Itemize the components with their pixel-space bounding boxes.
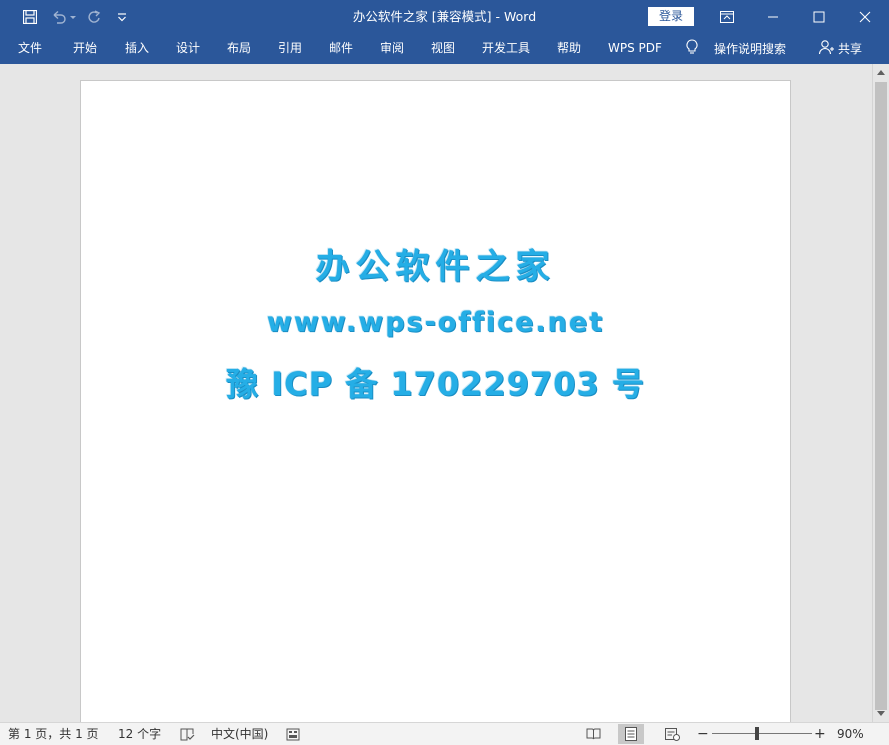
tab-view[interactable]: 视图	[431, 33, 455, 64]
zoom-out-button[interactable]: −	[697, 723, 709, 745]
tab-review[interactable]: 审阅	[380, 33, 404, 64]
doc-line-icp: 豫 ICP 备 170229703 号	[226, 365, 645, 403]
doc-line-title: 办公软件之家	[315, 247, 556, 287]
login-button[interactable]: 登录	[648, 7, 694, 26]
tab-help[interactable]: 帮助	[557, 33, 581, 64]
document-workspace: 办公软件之家 www.wps-office.net 豫 ICP 备 170229…	[0, 64, 872, 722]
share-person-icon	[818, 39, 838, 58]
scroll-up-icon[interactable]	[873, 64, 889, 80]
vertical-scrollbar[interactable]	[872, 64, 889, 722]
redo-icon[interactable]	[84, 0, 104, 33]
read-mode-icon[interactable]	[584, 726, 602, 742]
tell-me-search[interactable]: 操作说明搜索	[686, 33, 786, 64]
undo-icon[interactable]	[50, 0, 78, 33]
share-label: 共享	[838, 42, 863, 56]
page-count[interactable]: 第 1 页，共 1 页	[8, 723, 99, 745]
zoom-in-button[interactable]: +	[814, 723, 826, 745]
tab-insert[interactable]: 插入	[125, 33, 149, 64]
print-layout-icon[interactable]	[618, 724, 644, 744]
customize-qat-icon[interactable]	[114, 0, 130, 33]
doc-line-url: www.wps-office.net	[266, 307, 605, 338]
share-button[interactable]: 共享	[818, 33, 862, 64]
status-bar: 第 1 页，共 1 页 12 个字 中文(中国) − + 90%	[0, 722, 889, 745]
tab-file[interactable]: 文件	[18, 33, 42, 64]
zoom-level[interactable]: 90%	[837, 723, 864, 745]
scroll-down-icon[interactable]	[873, 706, 889, 722]
save-icon[interactable]	[18, 0, 42, 33]
zoom-slider-thumb[interactable]	[755, 727, 759, 740]
title-bar: 办公软件之家 [兼容模式] - Word 登录	[0, 0, 889, 33]
close-icon[interactable]	[842, 0, 888, 33]
ribbon-display-options-icon[interactable]	[704, 0, 750, 33]
document-page[interactable]: 办公软件之家 www.wps-office.net 豫 ICP 备 170229…	[80, 80, 791, 722]
maximize-icon[interactable]	[796, 0, 842, 33]
tell-me-label: 操作说明搜索	[714, 42, 787, 56]
proofing-icon[interactable]	[178, 726, 196, 742]
zoom-slider-track[interactable]	[712, 733, 812, 734]
scrollbar-thumb[interactable]	[875, 82, 887, 710]
language-indicator[interactable]: 中文(中国)	[211, 723, 268, 745]
tab-wps-pdf[interactable]: WPS PDF	[608, 33, 662, 64]
tab-references[interactable]: 引用	[278, 33, 302, 64]
lightbulb-icon	[686, 39, 706, 58]
web-layout-icon[interactable]	[663, 726, 681, 742]
tab-layout[interactable]: 布局	[227, 33, 251, 64]
tab-mailings[interactable]: 邮件	[329, 33, 353, 64]
word-count[interactable]: 12 个字	[118, 723, 161, 745]
minimize-icon[interactable]	[750, 0, 796, 33]
accessibility-icon[interactable]	[284, 726, 302, 742]
tab-developer[interactable]: 开发工具	[482, 33, 530, 64]
tab-design[interactable]: 设计	[176, 33, 200, 64]
ribbon-tab-bar: 文件 开始 插入 设计 布局 引用 邮件 审阅 视图 开发工具 帮助 WPS P…	[0, 33, 889, 64]
tab-home[interactable]: 开始	[73, 33, 97, 64]
